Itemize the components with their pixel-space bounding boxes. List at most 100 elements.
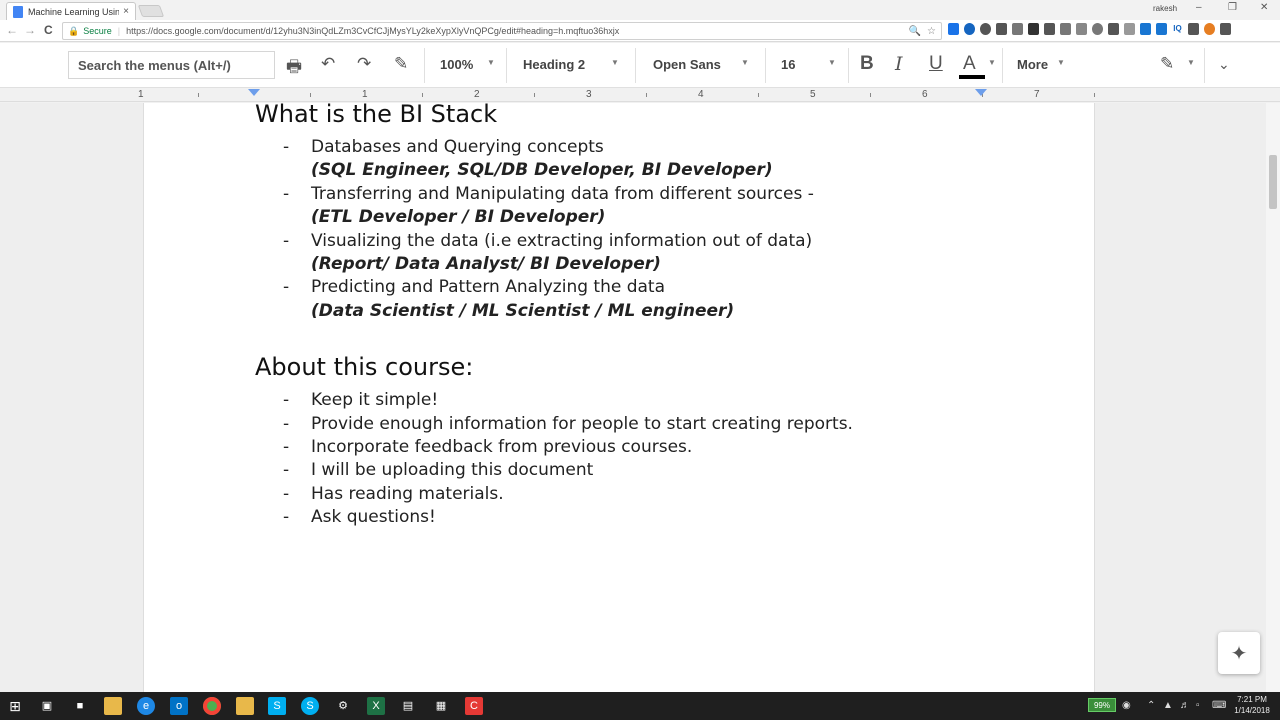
calculator-icon[interactable]: ▦	[432, 697, 450, 715]
ext-13-icon[interactable]	[1140, 23, 1151, 35]
scrollbar-thumb[interactable]	[1269, 155, 1277, 209]
url-text[interactable]: https://docs.google.com/document/d/12yhu…	[126, 26, 908, 36]
font-size-dropdown[interactable]: 16	[781, 57, 795, 72]
list-item[interactable]: - Visualizing the data (i.e extracting i…	[255, 230, 1075, 277]
ruler-scale: 1 1 2 3 4 5 6 7	[138, 88, 1095, 102]
more-button[interactable]: More	[1017, 57, 1048, 72]
left-indent-marker[interactable]	[248, 89, 260, 96]
ext-3-icon[interactable]	[980, 23, 991, 35]
list-item[interactable]: - Predicting and Pattern Analyzing the d…	[255, 276, 1075, 323]
text-color-button[interactable]: A	[963, 53, 976, 75]
skype-for-business-icon[interactable]: S	[268, 697, 286, 715]
ext-11-icon[interactable]	[1108, 23, 1119, 35]
zoom-dropdown[interactable]: 100%	[440, 57, 473, 72]
collapse-toolbar-icon[interactable]: ⌄	[1218, 56, 1230, 73]
volume-icon[interactable]: ♬	[1180, 700, 1190, 711]
document-page[interactable]: What is the BI Stack - Databases and Que…	[143, 103, 1095, 692]
ext-10-icon[interactable]	[1092, 23, 1103, 35]
forward-icon[interactable]: →	[24, 23, 36, 37]
editing-mode-caret-icon[interactable]: ▼	[1187, 58, 1195, 67]
omnibox-separator: |	[117, 26, 121, 36]
ext-18-icon[interactable]	[1220, 23, 1231, 35]
paint-format-icon[interactable]: ✎	[394, 54, 408, 74]
minimize-icon[interactable]: –	[1196, 2, 1202, 13]
explore-button[interactable]: ✦	[1218, 632, 1260, 674]
ext-2-icon[interactable]	[964, 23, 975, 35]
list-item[interactable]: - Transferring and Manipulating data fro…	[255, 183, 1075, 230]
browser-tab[interactable]: Machine Learning Using ×	[6, 2, 136, 20]
list-item[interactable]: - Provide enough information for people t…	[255, 413, 1075, 436]
ext-1-icon[interactable]	[948, 23, 959, 35]
vertical-scrollbar[interactable]	[1266, 103, 1280, 692]
close-window-icon[interactable]: ✕	[1260, 2, 1268, 13]
store-icon[interactable]: ■	[71, 697, 89, 715]
omnibox[interactable]: 🔒 Secure | https://docs.google.com/docum…	[62, 22, 942, 40]
more-caret-icon[interactable]: ▼	[1057, 58, 1065, 67]
battery-indicator[interactable]: 99%	[1088, 698, 1116, 712]
ext-9-icon[interactable]	[1076, 23, 1087, 35]
network-icon[interactable]: ◉	[1122, 700, 1131, 711]
ext-5-icon[interactable]	[1012, 23, 1023, 35]
zoom-caret-icon[interactable]: ▼	[487, 58, 495, 67]
zoom-icon[interactable]: 🔍	[909, 26, 921, 37]
style-dropdown[interactable]: Heading 2	[523, 57, 585, 72]
list-item[interactable]: - Databases and Querying concepts (SQL E…	[255, 136, 1075, 183]
list-item-text: Ask questions!	[311, 507, 436, 528]
new-tab-button[interactable]	[137, 5, 165, 17]
chrome-icon[interactable]	[203, 697, 221, 715]
undo-icon[interactable]: ↶	[321, 54, 335, 74]
list-item[interactable]: - Keep it simple!	[255, 389, 1075, 412]
edge-icon[interactable]: e	[137, 697, 155, 715]
ext-14-icon[interactable]	[1156, 23, 1167, 35]
font-dropdown[interactable]: Open Sans	[653, 57, 721, 72]
wifi-icon[interactable]: ▲	[1163, 700, 1173, 711]
font-size-caret-icon[interactable]: ▼	[828, 58, 836, 67]
right-indent-marker[interactable]	[975, 89, 987, 96]
ext-15-icon[interactable]: IQ	[1172, 23, 1183, 35]
app-icon[interactable]: ⚙	[334, 697, 352, 715]
editing-mode-icon[interactable]: ✎	[1160, 54, 1174, 74]
camtasia-icon[interactable]: C	[465, 697, 483, 715]
redo-icon[interactable]: ↷	[357, 54, 371, 74]
search-menus-input[interactable]: Search the menus (Alt+/)	[68, 51, 275, 79]
reload-icon[interactable]: C	[44, 23, 53, 37]
outlook-icon[interactable]: o	[170, 697, 188, 715]
ext-6-icon[interactable]	[1028, 23, 1039, 35]
excel-icon[interactable]: X	[367, 697, 385, 715]
skype-icon[interactable]: S	[301, 697, 319, 715]
style-caret-icon[interactable]: ▼	[611, 58, 619, 67]
restore-icon[interactable]: ❐	[1228, 2, 1237, 13]
windows-start-icon[interactable]: ⊞	[6, 697, 24, 715]
list-item[interactable]: - Ask questions!	[255, 506, 1075, 529]
underline-button[interactable]: U	[929, 53, 943, 75]
back-icon[interactable]: ←	[6, 23, 18, 37]
font-caret-icon[interactable]: ▼	[741, 58, 749, 67]
ext-7-icon[interactable]	[1044, 23, 1055, 35]
file-explorer-icon[interactable]	[104, 697, 122, 715]
bold-button[interactable]: B	[860, 53, 874, 75]
star-icon[interactable]: ☆	[927, 26, 936, 37]
ext-12-icon[interactable]	[1124, 23, 1135, 35]
window-app-icon[interactable]: ▤	[399, 697, 417, 715]
heading-bi-stack[interactable]: What is the BI Stack	[255, 103, 1075, 128]
profile-name[interactable]: rakesh	[1153, 4, 1177, 13]
ext-16-icon[interactable]	[1188, 23, 1199, 35]
task-view-icon[interactable]: ▣	[38, 697, 56, 715]
taskbar-clock[interactable]: 7:21 PM 1/14/2018	[1232, 694, 1272, 716]
ext-8-icon[interactable]	[1060, 23, 1071, 35]
folder-icon[interactable]	[236, 697, 254, 715]
list-item[interactable]: - Incorporate feedback from previous cour…	[255, 436, 1075, 459]
italic-button[interactable]: I	[895, 53, 903, 75]
ruler-tick	[310, 93, 311, 97]
tab-close-icon[interactable]: ×	[123, 6, 129, 17]
list-item[interactable]: -I will be uploading this document	[255, 459, 1075, 482]
ext-4-icon[interactable]	[996, 23, 1007, 35]
ext-17-icon[interactable]	[1204, 23, 1215, 35]
show-hidden-icons-icon[interactable]: ⌃	[1147, 700, 1155, 711]
action-center-icon[interactable]: ▫	[1196, 700, 1200, 711]
print-icon[interactable]: 🖶	[286, 54, 302, 83]
text-color-caret-icon[interactable]: ▼	[988, 58, 996, 67]
heading-about-course[interactable]: About this course:	[255, 353, 1075, 381]
keyboard-icon[interactable]: ⌨	[1212, 700, 1226, 711]
list-item[interactable]: - Has reading materials.	[255, 483, 1075, 506]
